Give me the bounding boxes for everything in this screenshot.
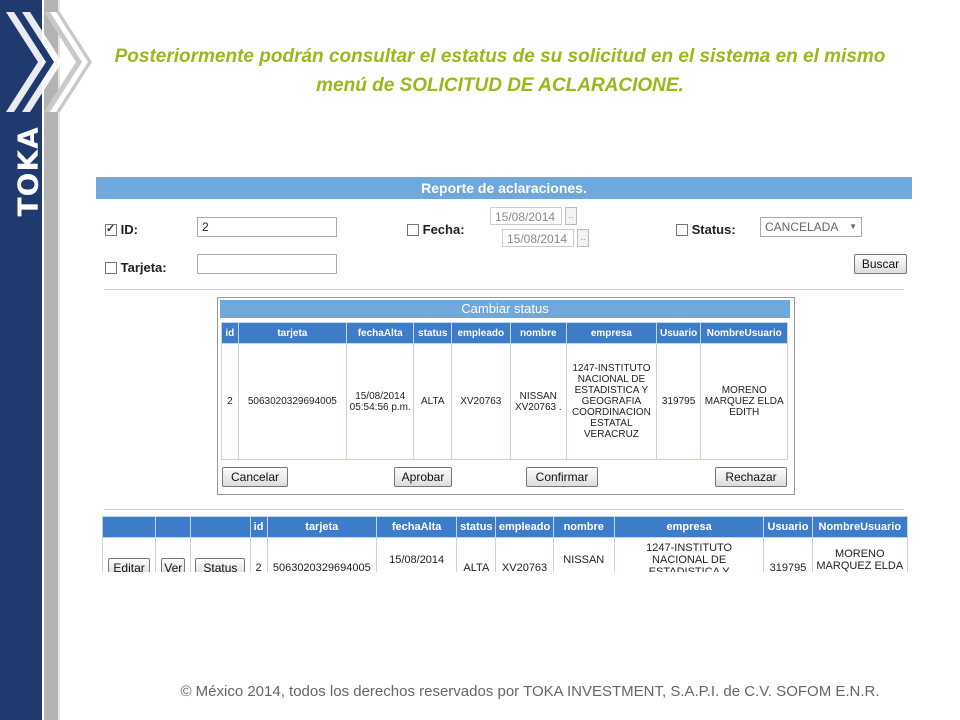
- dialog-title: Cambiar status: [220, 300, 790, 318]
- cell-usuario: 319795: [763, 537, 813, 572]
- id-label: ID:: [120, 222, 138, 238]
- id-checkbox[interactable]: [105, 222, 117, 236]
- cell-usuario: 319795: [655, 343, 702, 460]
- cell-fecha: 15/08/2014 05:54:56 p.m.: [346, 343, 415, 460]
- col-header: NombreUsuario: [811, 516, 909, 538]
- status-select-value: CANCELADA: [765, 220, 839, 234]
- confirm-button[interactable]: Confirmar: [526, 467, 598, 487]
- col-header: NombreUsuario: [700, 322, 788, 344]
- fecha-filter: Fecha:: [407, 221, 465, 237]
- cell-id: 2: [221, 343, 239, 460]
- cell-edit: Editar: [101, 537, 157, 572]
- col-header: empleado: [451, 322, 511, 344]
- edit-button[interactable]: Editar: [108, 558, 151, 572]
- cell-view: Ver: [155, 537, 192, 572]
- col-header: empresa: [613, 516, 765, 538]
- col-header: empresa: [566, 322, 657, 344]
- tarjeta-label: Tarjeta:: [120, 260, 167, 276]
- col-header: [101, 516, 157, 538]
- results-table: id tarjeta fechaAlta status empleado nom…: [101, 516, 909, 572]
- dialog-table: id tarjeta fechaAlta status empleado nom…: [221, 322, 788, 460]
- cell-empleado: XV20763: [451, 343, 511, 460]
- col-header: Usuario: [655, 322, 702, 344]
- cell-status: ALTA: [413, 343, 453, 460]
- cell-id: 2: [249, 537, 268, 572]
- fecha-checkbox[interactable]: [407, 223, 419, 236]
- status-label: Status:: [691, 222, 736, 238]
- col-header: empleado: [495, 516, 554, 538]
- results-table-header: id tarjeta fechaAlta status empleado nom…: [101, 516, 909, 538]
- col-header: nombre: [509, 322, 568, 344]
- divider: [104, 509, 904, 510]
- cell-nombre-usuario: MORENO MARQUEZ ELDA EDITH: [700, 343, 788, 460]
- cell-fecha: 15/08/2014: [375, 537, 458, 572]
- approve-button[interactable]: Aprobar: [394, 467, 452, 487]
- cell-empresa: 1247-INSTITUTO NACIONAL DE ESTADISTICA Y…: [566, 343, 657, 460]
- status-filter: Status:: [676, 221, 736, 237]
- change-status-dialog: Cambiar status id tarjeta fechaAlta stat…: [217, 297, 795, 495]
- col-header: status: [456, 516, 497, 538]
- tarjeta-filter: Tarjeta:: [105, 259, 167, 275]
- cell-empleado: XV20763: [495, 537, 554, 572]
- col-header: fechaAlta: [346, 322, 415, 344]
- search-button[interactable]: Buscar: [854, 254, 907, 274]
- col-header: fechaAlta: [375, 516, 458, 538]
- cell-nombre-usuario: MORENO MARQUEZ ELDA: [811, 537, 909, 572]
- status-select[interactable]: CANCELADA ▼: [760, 217, 862, 237]
- col-header: nombre: [552, 516, 615, 538]
- divider: [104, 289, 904, 290]
- fecha-from-input[interactable]: 15/08/2014: [490, 207, 562, 225]
- cell-tarjeta: 5063020329694005: [237, 343, 348, 460]
- status-button[interactable]: Status: [195, 558, 246, 572]
- fecha-label: Fecha:: [422, 222, 465, 238]
- view-button[interactable]: Ver: [161, 558, 186, 572]
- fecha-to-picker[interactable]: ..: [577, 229, 589, 247]
- col-header: [155, 516, 192, 538]
- tarjeta-input[interactable]: [197, 254, 337, 274]
- slide-headline: Posteriormente podrán consultar el estat…: [114, 46, 886, 96]
- chevron-down-icon: ▼: [849, 222, 857, 231]
- col-header: [190, 516, 251, 538]
- fecha-from-picker[interactable]: ..: [565, 207, 577, 225]
- cell-tarjeta: 5063020329694005: [266, 537, 378, 572]
- toka-logo: TOKA: [11, 126, 45, 217]
- footer-copyright: © México 2014, todos los derechos reserv…: [180, 683, 880, 700]
- id-filter: ID:: [105, 221, 138, 237]
- table-row[interactable]: Editar Ver Status 2 5063020329694005 15/…: [101, 537, 909, 572]
- col-header: id: [221, 322, 239, 344]
- cell-empresa: 1247-INSTITUTO NACIONAL DE ESTADISTICA Y: [613, 537, 765, 572]
- col-header: Usuario: [763, 516, 813, 538]
- col-header: tarjeta: [237, 322, 348, 344]
- cancel-button[interactable]: Cancelar: [222, 467, 288, 487]
- fecha-to-input[interactable]: 15/08/2014: [502, 229, 574, 247]
- col-header: id: [249, 516, 268, 538]
- table-row[interactable]: 2 5063020329694005 15/08/2014 05:54:56 p…: [221, 343, 788, 460]
- cell-nombre: NISSAN: [552, 537, 615, 572]
- id-input[interactable]: 2: [197, 217, 337, 237]
- chevron-icon: [6, 12, 92, 112]
- report-title: Reporte de aclaraciones.: [96, 177, 912, 199]
- cell-status: ALTA: [456, 537, 497, 572]
- col-header: tarjeta: [266, 516, 378, 538]
- tarjeta-checkbox[interactable]: [105, 261, 117, 274]
- report-screenshot: Reporte de aclaraciones. ID: 2 Fecha: 15…: [96, 175, 916, 572]
- status-checkbox[interactable]: [676, 223, 688, 236]
- col-header: status: [413, 322, 453, 344]
- reject-button[interactable]: Rechazar: [715, 467, 787, 487]
- dialog-table-header: id tarjeta fechaAlta status empleado nom…: [221, 322, 788, 344]
- cell-status-btn: Status: [190, 537, 251, 572]
- cell-nombre: NISSAN XV20763 .: [509, 343, 568, 460]
